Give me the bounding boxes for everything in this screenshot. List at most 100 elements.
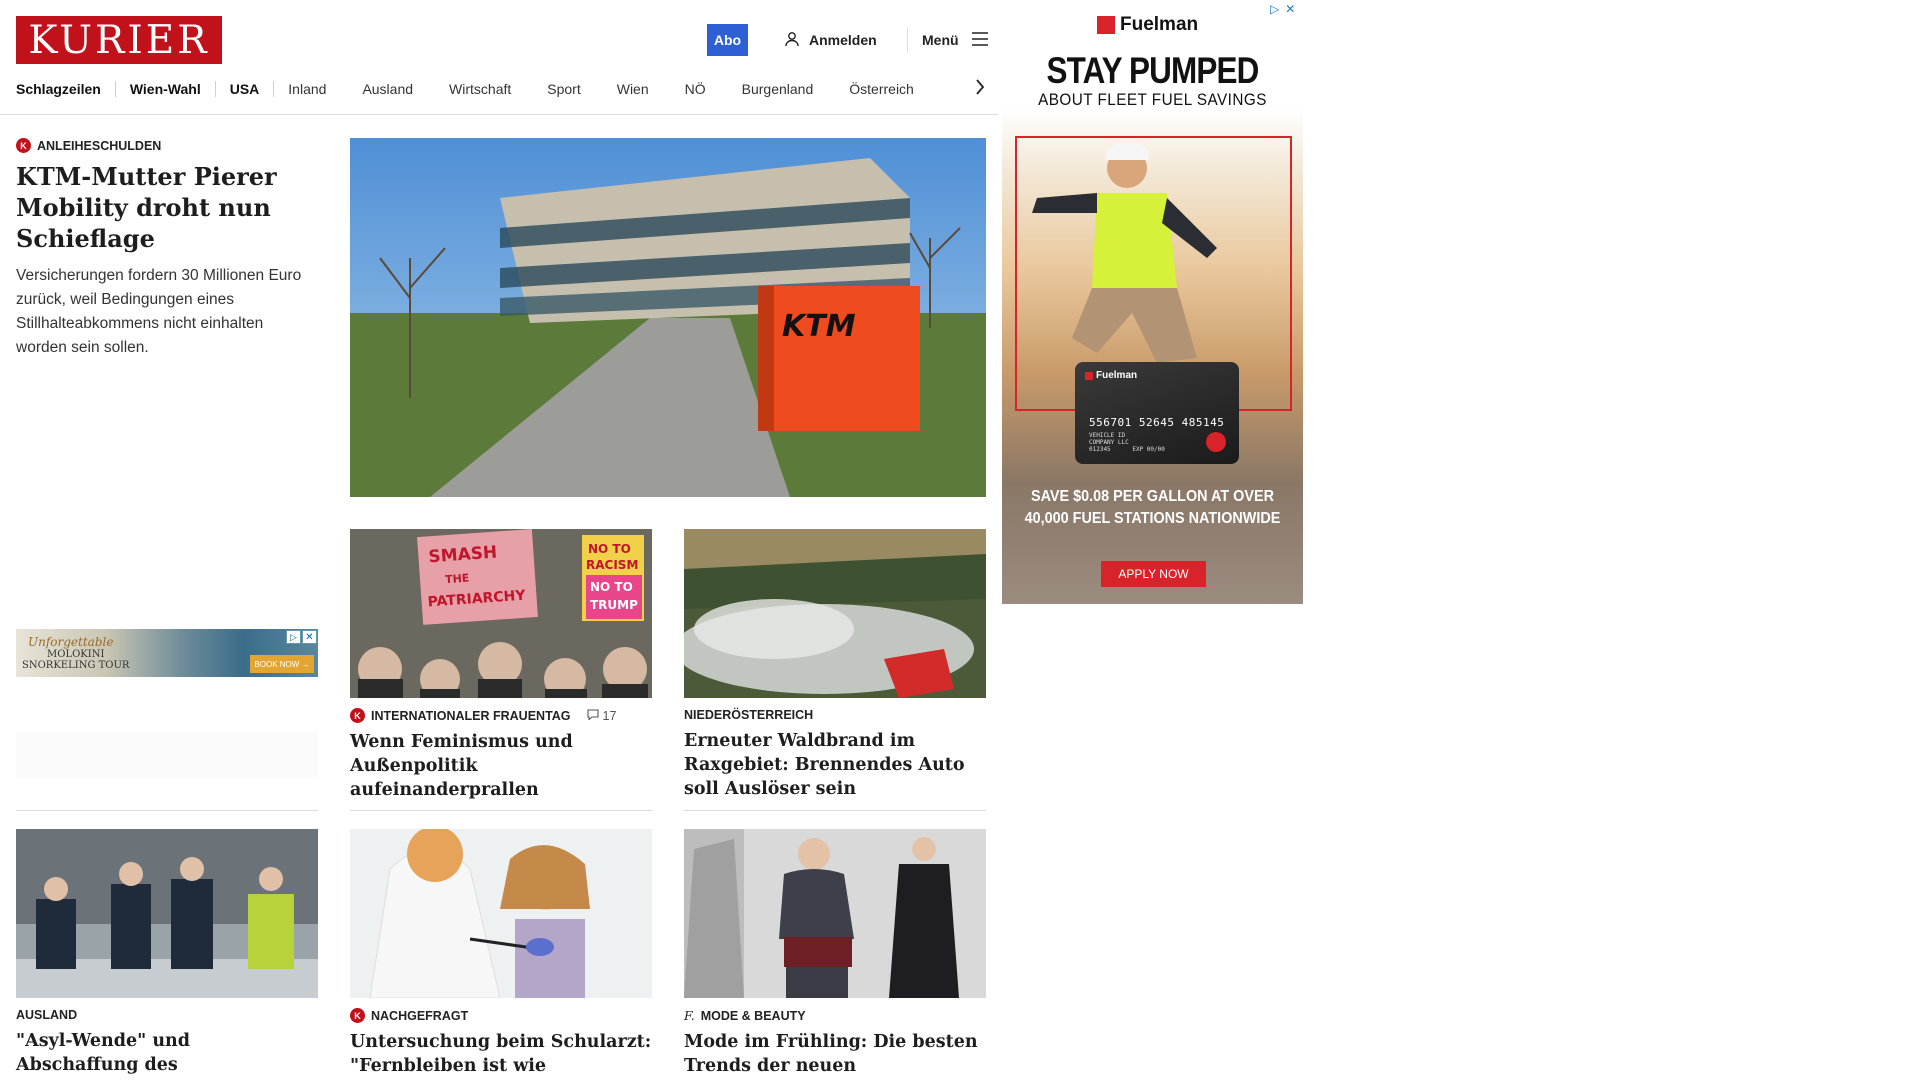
article-card[interactable]: AUSLAND "Asyl-Wende" und Abschaffung des…	[16, 829, 318, 1080]
nav-item-oesterreich[interactable]: Österreich	[849, 81, 914, 97]
comment-icon	[586, 708, 599, 723]
comment-count[interactable]: 17	[586, 708, 617, 723]
nav-divider	[214, 81, 216, 97]
lead-kicker-label: ANLEIHESCHULDEN	[37, 138, 162, 153]
article-kicker-label: NACHGEFRAGT	[371, 1008, 469, 1023]
fuelman-ad[interactable]: ▷ ✕ Fuelman STAY PUMPED ABOUT FLEET FUEL…	[1002, 0, 1303, 604]
ad-choices-icon[interactable]: ▷	[1270, 2, 1279, 16]
nav-item-wien[interactable]: Wien	[617, 81, 649, 97]
chevron-right-icon	[975, 78, 985, 100]
article-title[interactable]: Untersuchung beim Schularzt: "Fernbleibe…	[350, 1030, 652, 1080]
lead-title[interactable]: KTM-Mutter Pierer Mobility droht nun Sch…	[16, 161, 318, 254]
ad-close-icon[interactable]: ✕	[302, 630, 317, 644]
article-kicker-label: MODE & BEAUTY	[700, 1008, 806, 1023]
lead-image[interactable]: KTM	[350, 138, 986, 497]
ad-placeholder	[16, 732, 318, 778]
svg-text:NO TO: NO TO	[588, 542, 631, 556]
ad-tagline: Unforgettable	[28, 635, 114, 649]
apply-now-button[interactable]: APPLY NOW	[1101, 561, 1206, 587]
article-image[interactable]: SMASH THE PATRIARCHY NO TO RACISM NO TO …	[350, 529, 652, 698]
user-icon	[784, 31, 800, 50]
article-image[interactable]	[16, 829, 318, 998]
lead-kicker: K ANLEIHESCHULDEN	[16, 138, 318, 153]
menu-button[interactable]: Menü	[922, 29, 989, 51]
article-title[interactable]: Wenn Feminismus und Außenpolitik aufeina…	[350, 730, 652, 802]
nav-divider	[273, 81, 275, 97]
article-kicker: NIEDERÖSTERREICH	[684, 708, 986, 722]
article-image[interactable]	[684, 529, 986, 698]
nav-item-usa[interactable]: USA	[230, 81, 260, 97]
ad-title: MOLOKINI SNORKELING TOUR	[22, 649, 129, 671]
ad-subheadline: ABOUT FLEET FUEL SAVINGS	[1038, 90, 1267, 109]
card-divider	[350, 810, 652, 811]
nav-divider	[114, 81, 116, 97]
ad-brand-logo: Fuelman	[1097, 14, 1198, 36]
nav-item-wirtschaft[interactable]: Wirtschaft	[449, 81, 511, 97]
nav-item-wien-wahl[interactable]: Wien-Wahl	[130, 81, 201, 97]
svg-text:RACISM: RACISM	[586, 558, 638, 572]
nav-item-inland[interactable]: Inland	[288, 81, 326, 97]
lead-teaser: Versicherungen fordern 30 Millionen Euro…	[16, 267, 302, 356]
svg-text:TRUMP: TRUMP	[590, 598, 638, 612]
card-number: 556701 52645 485145	[1089, 416, 1225, 429]
ad-close-icon[interactable]: ✕	[1285, 2, 1295, 16]
ad-title-line: MOLOKINI	[47, 649, 105, 660]
article-kicker-label: AUSLAND	[16, 1008, 78, 1022]
nav-item-sport[interactable]: Sport	[547, 81, 580, 97]
ad-title-line: SNORKELING TOUR	[22, 660, 130, 671]
article-kicker: AUSLAND	[16, 1008, 318, 1022]
article-card[interactable]: f. MODE & BEAUTY Mode im Frühling: Die b…	[684, 829, 986, 1080]
ad-offer-text: SAVE $0.08 PER GALLON AT OVER 40,000 FUE…	[1024, 488, 1281, 527]
ad-info-icon[interactable]: ▷	[286, 630, 301, 644]
comment-count-value: 17	[602, 708, 617, 723]
main-nav: Schlagzeilen Wien-Wahl USA Inland Auslan…	[16, 78, 914, 100]
article-kicker: K INTERNATIONALER FRAUENTAG 17	[350, 708, 652, 723]
card-brand: Fuelman	[1085, 370, 1137, 381]
site-logo[interactable]: KURIER	[16, 16, 222, 64]
nav-item-noe[interactable]: NÖ	[685, 81, 706, 97]
nav-scroll-right-button[interactable]	[970, 78, 990, 100]
ad-controls: ▷ ✕	[1270, 2, 1295, 16]
article-image[interactable]	[684, 829, 986, 998]
login-button[interactable]: Anmelden	[784, 29, 877, 51]
nav-item-ausland[interactable]: Ausland	[362, 81, 413, 97]
article-title[interactable]: Erneuter Waldbrand im Raxgebiet: Brennen…	[684, 729, 986, 801]
kurier-plus-icon: K	[350, 708, 365, 723]
card-details: VEHICLE ID COMPANY LLC 012345 EXP 00/00	[1089, 432, 1165, 453]
abo-button[interactable]: Abo	[707, 24, 748, 56]
menu-label: Menü	[922, 32, 959, 48]
nav-item-burgenland[interactable]: Burgenland	[742, 81, 814, 97]
article-card[interactable]: NIEDERÖSTERREICH Erneuter Waldbrand im R…	[684, 529, 986, 801]
ad-brand-name: Fuelman	[1120, 14, 1199, 35]
svg-text:NO TO: NO TO	[590, 580, 633, 594]
card-divider	[684, 810, 986, 811]
article-kicker-label: NIEDERÖSTERREICH	[684, 708, 814, 722]
hamburger-icon	[971, 31, 989, 49]
article-card[interactable]: SMASH THE PATRIARCHY NO TO RACISM NO TO …	[350, 529, 652, 802]
article-title[interactable]: "Asyl-Wende" und Abschaffung des Bürgerg…	[16, 1029, 318, 1080]
fashion-brand-icon: f.	[684, 1008, 695, 1023]
nav-item-schlagzeilen[interactable]: Schlagzeilen	[16, 81, 101, 97]
card-emblem-icon	[1206, 432, 1226, 452]
lead-article[interactable]: K ANLEIHESCHULDEN KTM-Mutter Pierer Mobi…	[16, 138, 318, 360]
article-kicker-label: INTERNATIONALER FRAUENTAG	[371, 708, 571, 723]
svg-text:THE: THE	[445, 572, 470, 587]
login-label: Anmelden	[809, 32, 877, 48]
ktm-sign: KTM	[782, 309, 856, 344]
kurier-plus-icon: K	[350, 1008, 365, 1023]
article-kicker: f. MODE & BEAUTY	[684, 1008, 986, 1023]
fuel-card-image: Fuelman 556701 52645 485145 VEHICLE ID C…	[1075, 362, 1239, 464]
header-divider	[907, 27, 908, 53]
ad-headline: STAY PUMPED	[1046, 50, 1259, 91]
small-ad-banner[interactable]: Unforgettable MOLOKINI SNORKELING TOUR B…	[16, 629, 318, 677]
article-image[interactable]	[350, 829, 652, 998]
card-brand-name: Fuelman	[1096, 370, 1138, 381]
site-header: KURIER Abo Anmelden Menü Schlagzeilen Wi…	[0, 0, 998, 115]
article-card[interactable]: K NACHGEFRAGT Untersuchung beim Schularz…	[350, 829, 652, 1080]
card-divider	[16, 810, 318, 811]
article-title[interactable]: Mode im Frühling: Die besten Trends der …	[684, 1030, 986, 1080]
brand-square-icon	[1097, 16, 1115, 34]
kurier-plus-icon: K	[16, 138, 31, 153]
article-kicker: K NACHGEFRAGT	[350, 1008, 652, 1023]
book-now-button[interactable]: BOOK NOW →	[250, 655, 314, 673]
